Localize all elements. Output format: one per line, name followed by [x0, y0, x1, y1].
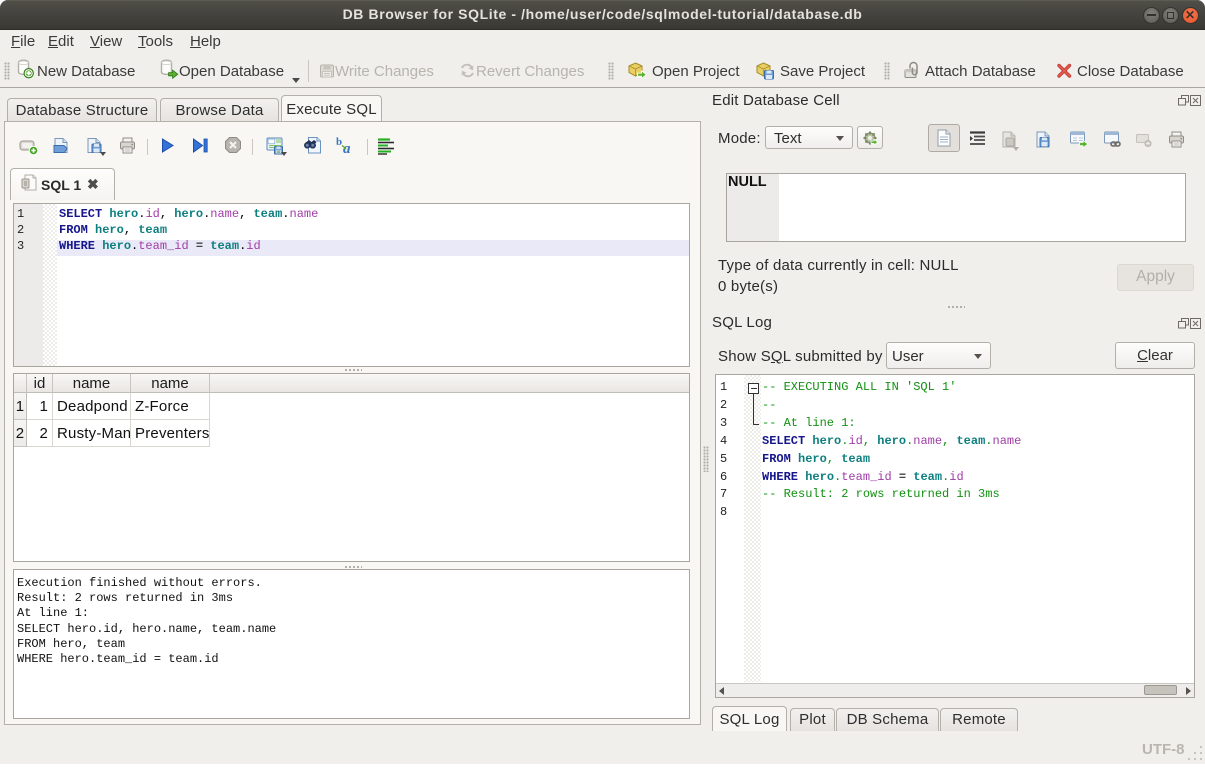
svg-text:b: b: [336, 136, 342, 148]
